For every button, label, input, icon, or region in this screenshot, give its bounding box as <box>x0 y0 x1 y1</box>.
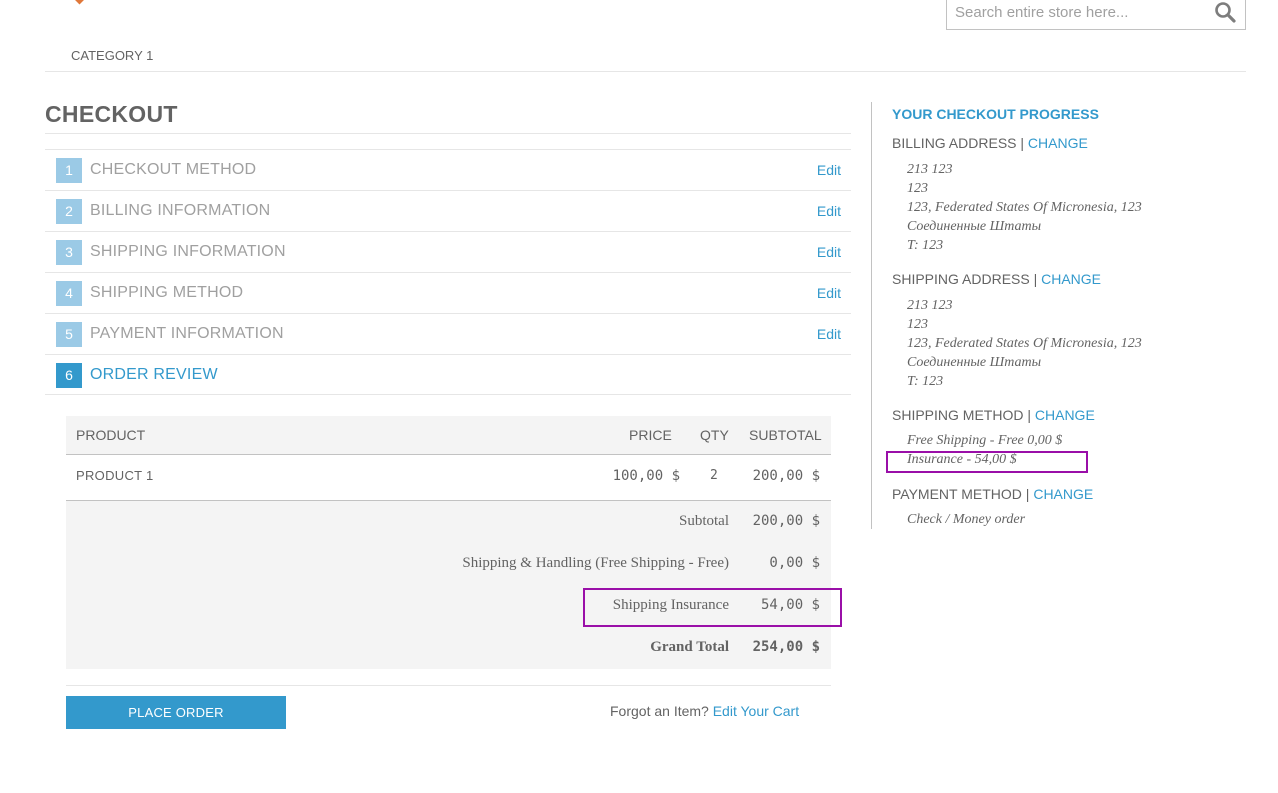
product-qty: 2 <box>710 468 718 483</box>
totals-row-shipping: Shipping & Handling (Free Shipping - Fre… <box>66 543 831 585</box>
payment-method-details: Check / Money order <box>907 510 1025 529</box>
totals-row-grand-total: Grand Total 254,00 $ <box>66 627 831 669</box>
billing-address: 213 123 123 123, Federated States Of Mic… <box>907 160 1142 255</box>
address-line: 123 <box>907 317 928 332</box>
page-title: CHECKOUT <box>45 101 178 127</box>
change-shipping-link[interactable]: CHANGE <box>1041 271 1101 287</box>
step-checkout-method: 1 CHECKOUT METHOD Edit <box>45 149 851 190</box>
edit-link[interactable]: Edit <box>817 285 841 301</box>
edit-cart-link[interactable]: Edit Your Cart <box>713 703 799 719</box>
column-qty: QTY <box>700 427 729 443</box>
search-icon[interactable] <box>1214 1 1236 23</box>
step-shipping-method: 4 SHIPPING METHOD Edit <box>45 272 851 313</box>
edit-link[interactable]: Edit <box>817 203 841 219</box>
step-shipping-information: 3 SHIPPING INFORMATION Edit <box>45 231 851 272</box>
step-label: ORDER REVIEW <box>90 366 218 383</box>
search-box <box>946 0 1246 30</box>
payment-method-line: Check / Money order <box>907 512 1026 527</box>
shipping-method-heading: SHIPPING METHOD | CHANGE <box>892 407 1095 423</box>
product-name: PRODUCT 1 <box>76 468 154 483</box>
address-line: T: 123 <box>907 374 944 389</box>
shipping-address-label: SHIPPING ADDRESS <box>892 271 1030 287</box>
step-number: 3 <box>56 240 82 265</box>
place-order-button[interactable]: PLACE ORDER <box>66 696 286 729</box>
address-line: 123, Federated States Of Micronesia, 123 <box>907 200 1142 215</box>
shipping-method-line: Free Shipping - Free 0,00 $ <box>907 433 1063 448</box>
column-subtotal: SUBTOTAL <box>749 427 822 443</box>
address-line: Соединенные Штаты <box>907 355 1042 370</box>
totals-label: Shipping & Handling (Free Shipping - Fre… <box>462 555 729 571</box>
checkout-steps: 1 CHECKOUT METHOD Edit 2 BILLING INFORMA… <box>45 149 851 395</box>
divider <box>66 685 831 686</box>
step-label: CHECKOUT METHOD <box>90 161 257 178</box>
order-review-table: PRODUCT PRICE QTY SUBTOTAL PRODUCT 1 100… <box>66 416 831 669</box>
shipping-method-label: SHIPPING METHOD <box>892 407 1024 423</box>
shipping-address-heading: SHIPPING ADDRESS | CHANGE <box>892 271 1101 287</box>
payment-method-label: PAYMENT METHOD <box>892 486 1022 502</box>
edit-link[interactable]: Edit <box>817 326 841 342</box>
edit-link[interactable]: Edit <box>817 162 841 178</box>
change-shipping-method-link[interactable]: CHANGE <box>1035 407 1095 423</box>
totals-row-subtotal: Subtotal 200,00 $ <box>66 501 831 543</box>
forgot-text: Forgot an Item? <box>610 703 709 719</box>
step-label: SHIPPING METHOD <box>90 284 244 301</box>
address-line: 213 123 <box>907 162 953 177</box>
totals-value: 200,00 $ <box>752 513 820 529</box>
billing-address-label: BILLING ADDRESS <box>892 135 1017 151</box>
separator: | <box>1033 271 1038 287</box>
billing-address-heading: BILLING ADDRESS | CHANGE <box>892 135 1088 151</box>
totals-label: Subtotal <box>678 513 729 529</box>
logo[interactable] <box>74 0 85 5</box>
address-line: 213 123 <box>907 298 953 313</box>
totals-value: 0,00 $ <box>769 555 820 571</box>
product-price: 100,00 $ <box>612 468 680 484</box>
product-subtotal: 200,00 $ <box>752 468 820 484</box>
step-label: SHIPPING INFORMATION <box>90 243 286 260</box>
totals-label: Grand Total <box>650 639 729 655</box>
step-billing-information: 2 BILLING INFORMATION Edit <box>45 190 851 231</box>
forgot-item: Forgot an Item? Edit Your Cart <box>610 703 799 719</box>
separator: | <box>1020 135 1025 151</box>
search-input[interactable] <box>955 1 1205 23</box>
address-line: 123, Federated States Of Micronesia, 123 <box>907 336 1142 351</box>
main-nav: CATEGORY 1 <box>45 40 1246 72</box>
step-label: PAYMENT INFORMATION <box>90 325 284 342</box>
totals-value: 254,00 $ <box>752 639 820 655</box>
step-number: 2 <box>56 199 82 224</box>
column-product: PRODUCT <box>76 427 146 443</box>
nav-item-category-1[interactable]: CATEGORY 1 <box>71 48 153 63</box>
totals: Subtotal 200,00 $ Shipping & Handling (F… <box>66 501 831 669</box>
payment-method-heading: PAYMENT METHOD | CHANGE <box>892 486 1093 502</box>
address-line: Соединенные Штаты <box>907 219 1042 234</box>
edit-link[interactable]: Edit <box>817 244 841 260</box>
step-number: 6 <box>56 363 82 388</box>
shipping-address: 213 123 123 123, Federated States Of Mic… <box>907 296 1142 391</box>
sidebar-title: YOUR CHECKOUT PROGRESS <box>892 106 1099 122</box>
step-payment-information: 5 PAYMENT INFORMATION Edit <box>45 313 851 354</box>
step-number: 5 <box>56 322 82 347</box>
divider <box>45 133 851 134</box>
step-number: 4 <box>56 281 82 306</box>
table-row: PRODUCT 1 100,00 $ 2 200,00 $ <box>66 455 831 501</box>
step-label: BILLING INFORMATION <box>90 202 271 219</box>
address-line: T: 123 <box>907 238 944 253</box>
highlight-box <box>886 451 1088 473</box>
step-number: 1 <box>56 158 82 183</box>
change-payment-link[interactable]: CHANGE <box>1033 486 1093 502</box>
highlight-box <box>583 588 842 627</box>
separator: | <box>1025 486 1030 502</box>
change-billing-link[interactable]: CHANGE <box>1028 135 1088 151</box>
table-header: PRODUCT PRICE QTY SUBTOTAL <box>66 416 831 455</box>
separator: | <box>1027 407 1031 423</box>
column-price: PRICE <box>629 427 672 443</box>
step-order-review: 6 ORDER REVIEW <box>45 354 851 395</box>
address-line: 123 <box>907 181 928 196</box>
